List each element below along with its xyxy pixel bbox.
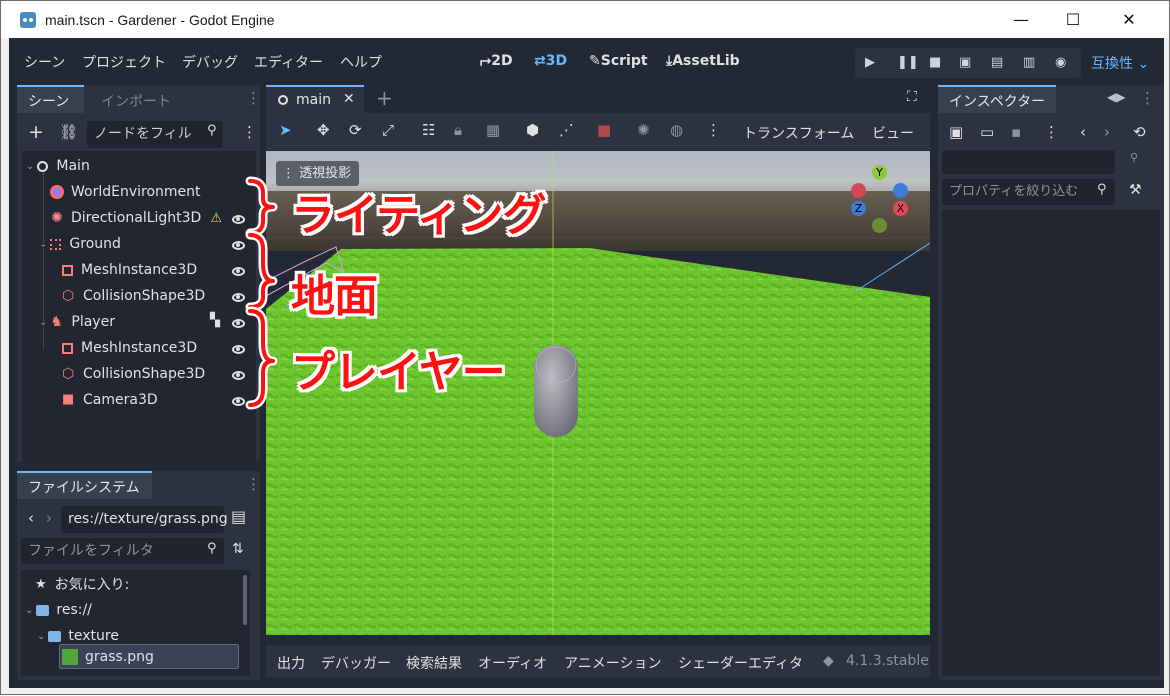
annotation-lighting: ライティング: [291, 190, 546, 241]
annotation-player: プレイヤー: [291, 347, 506, 398]
annotation-overlay: [245, 176, 278, 410]
godot-window: main.tscn - Gardener - Godot Engine — ☐ …: [0, 0, 1170, 695]
annotation-ground: 地面: [291, 271, 378, 322]
